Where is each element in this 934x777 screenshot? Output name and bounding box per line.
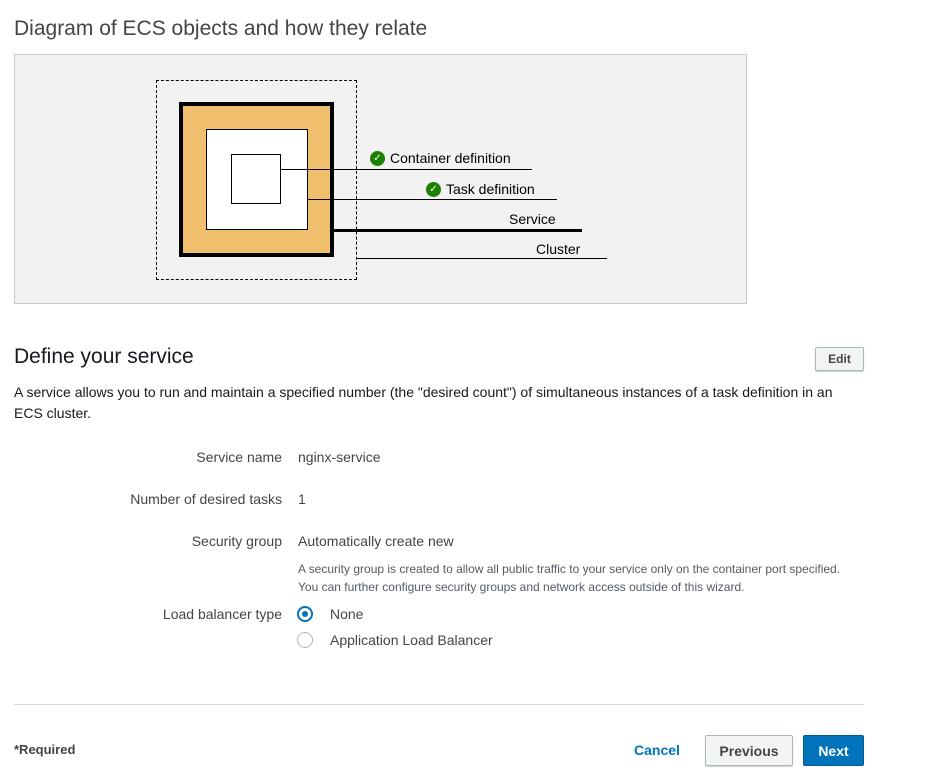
check-circle-icon: ✓ (370, 150, 385, 166)
radio-application-load-balancer-label[interactable]: Application Load Balancer (330, 632, 493, 648)
previous-button[interactable]: Previous (705, 735, 793, 766)
task-definition-line (308, 199, 557, 200)
task-definition-label: ✓ Task definition (426, 181, 535, 197)
security-group-label: Security group (191, 533, 282, 549)
container-definition-line (281, 169, 532, 170)
service-description: A service allows you to run and maintain… (14, 384, 833, 421)
section-title: Define your service (14, 345, 194, 368)
service-line (334, 229, 582, 232)
diagram-title: Diagram of ECS objects and how they rela… (14, 17, 428, 40)
radio-application-load-balancer[interactable] (297, 632, 313, 648)
container-definition-label: ✓ Container definition (370, 150, 511, 166)
required-note: *Required (14, 742, 76, 757)
next-button[interactable]: Next (803, 735, 864, 766)
cluster-label: Cluster (536, 241, 581, 257)
footer-divider (14, 704, 864, 705)
service-name-label: Service name (196, 449, 282, 465)
edit-button[interactable]: Edit (815, 347, 864, 371)
security-group-help: A security group is created to allow all… (298, 562, 841, 594)
container-definition-box (231, 154, 281, 204)
security-group-value: Automatically create new (298, 533, 454, 549)
ecs-diagram: ✓ Container definition ✓ Task definition… (14, 54, 747, 304)
cancel-button[interactable]: Cancel (634, 742, 680, 758)
desired-tasks-value: 1 (298, 491, 306, 507)
check-circle-icon: ✓ (426, 181, 441, 197)
radio-none[interactable] (297, 606, 313, 622)
service-label: Service (509, 211, 556, 227)
service-name-value: nginx-service (298, 449, 381, 465)
cluster-line (357, 258, 607, 259)
radio-none-label[interactable]: None (330, 606, 363, 622)
load-balancer-label: Load balancer type (162, 606, 282, 622)
desired-tasks-label: Number of desired tasks (130, 491, 282, 507)
